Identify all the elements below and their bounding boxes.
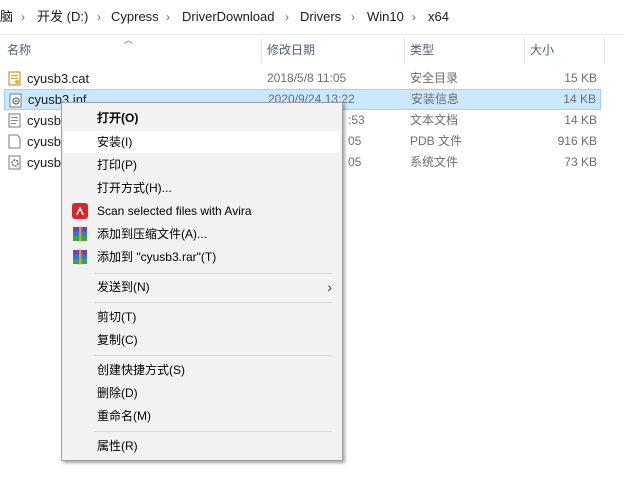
column-divider[interactable]	[524, 38, 525, 64]
menu-item-add-rar[interactable]: 添加到 "cyusb3.rar"(T)	[64, 246, 340, 268]
address-bar[interactable]: 脑 › 开发 (D:) › Cypress › DriverDownload ›…	[0, 0, 624, 35]
menu-item-label: 发送到(N)	[97, 280, 150, 294]
breadcrumb-win10[interactable]: Win10	[367, 9, 404, 25]
file-type: PDB 文件	[410, 134, 463, 148]
file-date: 05	[348, 155, 362, 169]
menu-separator	[94, 355, 332, 356]
breadcrumb-drivers[interactable]: Drivers	[300, 9, 341, 25]
menu-item-create-shortcut[interactable]: 创建快捷方式(S)	[64, 359, 340, 381]
menu-item-label: 添加到 "cyusb3.rar"(T)	[97, 250, 217, 264]
menu-item-install[interactable]: 安装(I)	[64, 131, 340, 153]
setup-information-file-icon	[9, 93, 22, 108]
menu-item-label: 复制(C)	[97, 333, 138, 347]
certificate-file-icon	[8, 71, 21, 86]
menu-item-label: 打开(O)	[97, 111, 139, 125]
text-document-icon	[8, 113, 21, 128]
file-name: cyusb3.cat	[27, 71, 90, 86]
menu-item-label: 安装(I)	[97, 135, 133, 149]
file-name: cyusb	[27, 155, 61, 170]
file-date: 2018/5/8 11:05	[267, 71, 347, 85]
sort-ascending-icon: ︿	[124, 35, 134, 45]
menu-separator	[94, 273, 332, 274]
menu-item-label: 打印(P)	[97, 158, 137, 172]
menu-item-label: 属性(R)	[97, 439, 138, 453]
breadcrumb-driverdownload[interactable]: DriverDownload	[182, 9, 274, 25]
menu-item-scan-avira[interactable]: Scan selected files with Avira	[64, 200, 340, 222]
menu-item-label: 打开方式(H)...	[97, 181, 172, 195]
menu-item-open[interactable]: 打开(O)	[64, 107, 340, 129]
menu-item-cut[interactable]: 剪切(T)	[64, 306, 340, 328]
menu-item-delete[interactable]: 删除(D)	[64, 382, 340, 404]
avira-umbrella-icon	[72, 203, 88, 219]
breadcrumb-drive-d[interactable]: 开发 (D:)	[37, 9, 88, 25]
menu-item-send-to[interactable]: 发送到(N) ›	[64, 276, 340, 298]
file-date: 05	[348, 134, 362, 148]
file-size: 14 KB	[564, 113, 597, 127]
menu-item-print[interactable]: 打印(P)	[64, 154, 340, 176]
menu-separator	[94, 431, 332, 432]
breadcrumb-separator-icon: ›	[166, 10, 170, 24]
file-size: 916 KB	[557, 134, 597, 148]
menu-item-label: 重命名(M)	[97, 409, 151, 423]
system-file-icon	[8, 155, 21, 170]
menu-item-label: 删除(D)	[97, 386, 138, 400]
column-divider[interactable]	[404, 38, 405, 64]
menu-item-open-with[interactable]: 打开方式(H)...	[64, 177, 340, 199]
breadcrumb-this-pc[interactable]: 脑	[0, 9, 13, 25]
breadcrumb-separator-icon: ›	[351, 10, 355, 24]
file-row[interactable]: cyusb3.cat 2018/5/8 11:05 安全目录 15 KB	[4, 68, 601, 89]
menu-item-add-archive[interactable]: 添加到压缩文件(A)...	[64, 223, 340, 245]
file-type: 安全目录	[410, 71, 459, 85]
menu-item-label: Scan selected files with Avira	[97, 204, 252, 218]
file-size: 15 KB	[564, 71, 597, 85]
winrar-archive-icon	[73, 249, 87, 265]
file-name: cyusb	[27, 134, 61, 149]
column-header-date[interactable]: 修改日期	[267, 40, 315, 60]
menu-item-label: 创建快捷方式(S)	[97, 363, 185, 377]
context-menu: 打开(O) 安装(I) 打印(P) 打开方式(H)... Scan select…	[61, 102, 343, 461]
file-size: 14 KB	[563, 92, 596, 106]
winrar-archive-icon	[73, 226, 87, 242]
file-name: cyusb	[27, 113, 61, 128]
breadcrumb-separator-icon: ›	[21, 10, 25, 24]
file-type: 安装信息	[411, 92, 460, 106]
file-size: 73 KB	[564, 155, 597, 169]
file-type: 系统文件	[410, 155, 459, 169]
column-header-name[interactable]: 名称	[7, 40, 31, 60]
blank-file-icon	[8, 134, 21, 149]
menu-item-rename[interactable]: 重命名(M)	[64, 405, 340, 427]
column-divider[interactable]	[261, 38, 262, 64]
column-header-type[interactable]: 类型	[410, 40, 434, 60]
menu-item-copy[interactable]: 复制(C)	[64, 329, 340, 351]
menu-item-label: 剪切(T)	[97, 310, 137, 324]
breadcrumb-cypress[interactable]: Cypress	[111, 9, 159, 25]
column-divider[interactable]	[604, 38, 605, 64]
menu-separator	[94, 302, 332, 303]
breadcrumb-separator-icon: ›	[97, 10, 101, 24]
breadcrumb-separator-icon: ›	[285, 10, 289, 24]
menu-item-properties[interactable]: 属性(R)	[64, 435, 340, 457]
file-date: :53	[348, 113, 365, 127]
breadcrumb-x64[interactable]: x64	[428, 9, 449, 25]
file-type: 文本文档	[410, 113, 459, 127]
column-header-size[interactable]: 大小	[530, 40, 554, 60]
menu-item-label: 添加到压缩文件(A)...	[97, 227, 207, 241]
breadcrumb-separator-icon: ›	[412, 10, 416, 24]
submenu-chevron-right-icon: ›	[327, 279, 332, 295]
